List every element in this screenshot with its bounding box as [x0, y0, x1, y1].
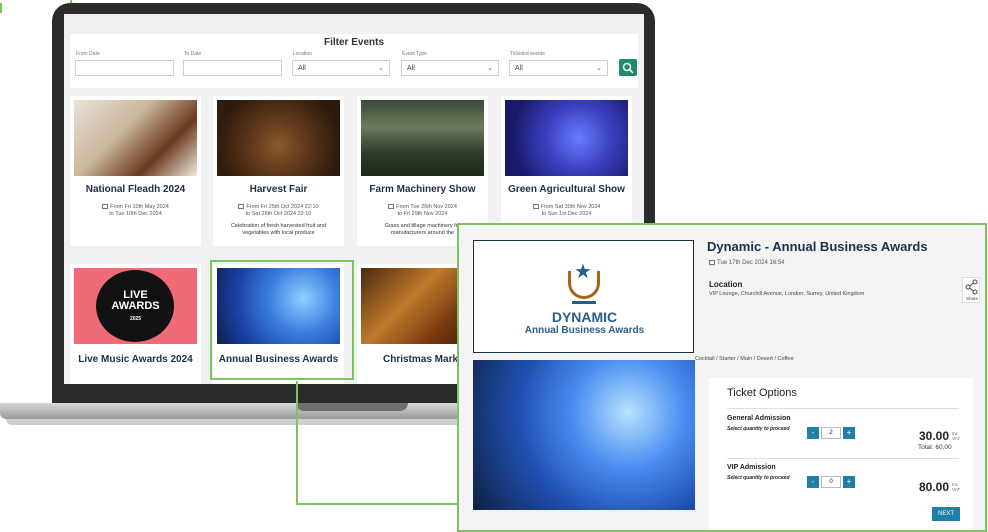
select-hint: Select quantity to proceed — [727, 475, 790, 481]
event-photo — [473, 360, 695, 510]
event-image — [217, 100, 340, 176]
divider — [727, 458, 959, 459]
ticket-price: 30.00 — [919, 429, 950, 443]
event-type-select[interactable]: All ⌄ — [401, 60, 499, 76]
location-label: Location — [293, 51, 312, 57]
event-image — [361, 100, 484, 176]
event-card[interactable]: National Fleadh 2024 From Fri 10th May 2… — [70, 96, 201, 246]
to-date-label: To Date — [184, 51, 202, 57]
quantity-value[interactable]: 0 — [821, 476, 841, 488]
location-value: VIP Lounge, Churchill Avenue, London, Su… — [709, 291, 865, 297]
event-title: National Fleadh 2024 — [85, 184, 186, 195]
logo-bar — [572, 301, 596, 304]
ticket-total: Total: 60.00 — [918, 444, 952, 451]
location-heading: Location — [709, 280, 743, 289]
event-image — [74, 100, 197, 176]
quantity-stepper: - 2 + — [807, 427, 855, 439]
calendar-icon — [388, 204, 395, 210]
connector-line — [296, 503, 458, 505]
increment-button[interactable]: + — [843, 476, 855, 488]
filter-panel: Filter Events From Date To Date Location… — [70, 34, 638, 88]
decor-line — [0, 3, 2, 13]
calendar-icon — [102, 204, 109, 210]
calendar-icon — [532, 204, 539, 210]
tickets-heading: Ticket Options — [727, 387, 797, 399]
location-select[interactable]: All ⌄ — [292, 60, 390, 76]
event-date: From Tue 26th Nov 2024 to Fri 29th Nov 20… — [357, 204, 488, 218]
event-title: Live Music Awards 2024 — [78, 354, 193, 365]
chevron-down-icon: ⌄ — [596, 65, 602, 72]
price-suffix: Inc VAT — [952, 431, 961, 441]
ticket-name: VIP Admission — [727, 464, 776, 471]
laptop-base — [0, 403, 480, 419]
quantity-value[interactable]: 2 — [821, 427, 841, 439]
logo-title: DYNAMIC — [551, 309, 618, 325]
event-title: Harvest Fair — [249, 184, 308, 195]
laptop-shadow — [6, 419, 476, 425]
connector-line — [296, 381, 298, 505]
highlight-frame — [210, 260, 354, 380]
star-icon: ★ — [574, 261, 592, 283]
from-date-label: From Date — [76, 51, 100, 57]
event-date: From Sat 30th Nov 2024 to Sun 1st Dec 202… — [501, 204, 632, 218]
event-image — [505, 100, 628, 176]
ticket-name: General Admission — [727, 415, 791, 422]
ticket-options: Ticket Options General Admission Select … — [709, 378, 973, 530]
price-suffix: Inc VAT — [952, 482, 961, 492]
to-date-input[interactable] — [183, 60, 282, 76]
ticket-price: 80.00 — [919, 480, 950, 494]
stage: Filter Events From Date To Date Location… — [0, 0, 988, 532]
event-title: Green Agricultural Show — [508, 184, 625, 195]
event-date: Tue 17th Dec 2024 16:54 — [709, 260, 785, 266]
chevron-down-icon: ⌄ — [487, 65, 493, 72]
calendar-icon — [709, 260, 715, 265]
logo-subtitle: Annual Business Awards — [524, 325, 645, 336]
increment-button[interactable]: + — [843, 427, 855, 439]
chevron-down-icon: ⌄ — [378, 65, 384, 72]
event-card[interactable]: LIVE AWARDS 2025 Live Music Awards 2024 — [70, 264, 201, 384]
share-button[interactable]: Share — [962, 277, 980, 303]
event-title: Farm Machinery Show — [369, 184, 476, 195]
laptop-notch — [296, 403, 408, 411]
search-button[interactable] — [619, 59, 637, 76]
event-description: Celebration of fresh harvested fruit and… — [230, 223, 327, 236]
next-button[interactable]: NEXT — [932, 507, 960, 521]
decrement-button[interactable]: - — [807, 476, 819, 488]
share-icon — [965, 279, 978, 295]
quantity-stepper: - 0 + — [807, 476, 855, 488]
ticketed-value: All — [515, 65, 523, 72]
calendar-icon — [238, 204, 245, 210]
location-value: All — [298, 65, 306, 72]
search-icon — [622, 62, 634, 74]
event-date: From Fri 25th Oct 2024 22:10 to Sat 26th … — [213, 204, 344, 218]
menu-text: Cocktail / Starter / Main / Desert / Cof… — [695, 356, 794, 362]
share-label: Share — [965, 296, 978, 301]
ticketed-select[interactable]: All ⌄ — [509, 60, 608, 76]
from-date-input[interactable] — [75, 60, 174, 76]
decrement-button[interactable]: - — [807, 427, 819, 439]
event-detail-panel: ★ DYNAMIC Annual Business Awards Dynamic… — [457, 223, 987, 532]
event-card[interactable]: Harvest Fair From Fri 25th Oct 2024 22:1… — [213, 96, 344, 246]
filter-title: Filter Events — [323, 37, 385, 48]
event-logo: ★ DYNAMIC Annual Business Awards — [473, 240, 694, 353]
select-hint: Select quantity to proceed — [727, 426, 790, 432]
ticketed-label: Ticketed events — [510, 51, 545, 57]
event-title: Dynamic - Annual Business Awards — [707, 239, 928, 254]
event-type-value: All — [407, 65, 415, 72]
live-awards-logo: LIVE AWARDS 2025 — [111, 289, 160, 323]
event-date: From Fri 10th May 2024 to Tue 10th Dec 20… — [70, 204, 201, 218]
event-type-label: Event Type — [402, 51, 427, 57]
divider — [727, 408, 959, 409]
event-image: LIVE AWARDS 2025 — [74, 268, 197, 344]
